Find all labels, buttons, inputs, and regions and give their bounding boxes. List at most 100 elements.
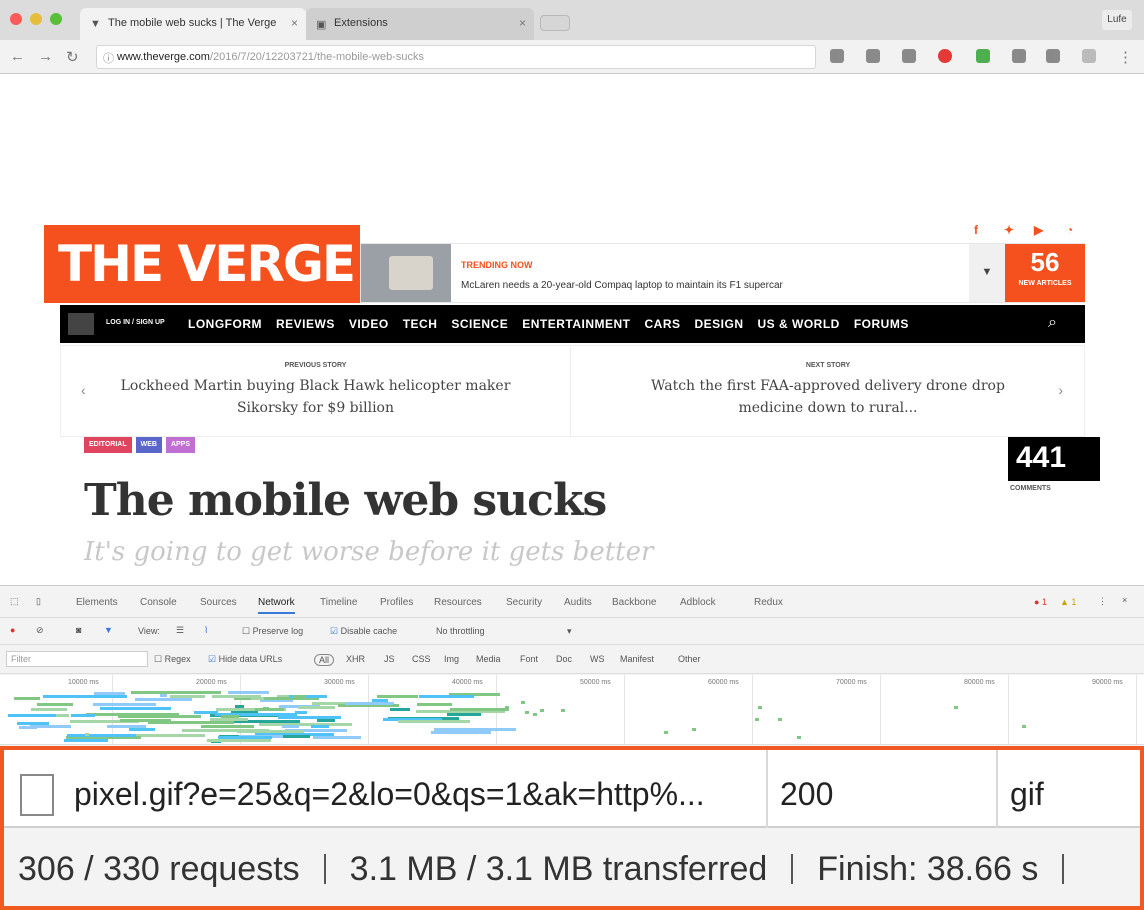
clear-icon[interactable]: ⊘ — [36, 625, 44, 636]
tab-console[interactable]: Console — [140, 597, 177, 608]
twitter-icon[interactable]: ✦ — [1004, 223, 1014, 237]
close-tab-icon[interactable]: × — [291, 16, 298, 30]
filter-icon[interactable]: ▼ — [104, 625, 113, 635]
next-story-title[interactable]: Watch the first FAA-approved delivery dr… — [628, 375, 1028, 419]
nav-item-us-world[interactable]: US & WORLD — [758, 317, 840, 331]
next-story[interactable]: › NEXT STORY Watch the first FAA-approve… — [573, 346, 1083, 436]
trending-text[interactable]: McLaren needs a 20-year-old Compaq lapto… — [461, 280, 783, 291]
nav-item-science[interactable]: SCIENCE — [451, 317, 508, 331]
tab-network[interactable]: Network — [258, 597, 295, 614]
facebook-icon[interactable]: f — [974, 223, 978, 237]
close-tab-icon[interactable]: × — [519, 16, 526, 30]
minimize-window-button[interactable] — [30, 13, 42, 25]
filter-all[interactable]: All — [314, 654, 335, 666]
tab-verge[interactable]: ▼ The mobile web sucks | The Verge × — [80, 8, 306, 40]
filter-font[interactable]: Font — [520, 654, 538, 664]
devtools-menu-icon[interactable]: ⋮ — [1098, 596, 1107, 607]
extension-chat-icon[interactable] — [830, 49, 844, 63]
chevron-left-icon[interactable]: ‹ — [81, 382, 86, 398]
device-icon[interactable]: ▯ — [36, 596, 41, 607]
trending-bar[interactable]: TRENDING NOW McLaren needs a 20-year-old… — [360, 243, 1085, 303]
new-articles-badge[interactable]: 56 NEW ARTICLES — [1005, 244, 1085, 302]
tab-sources[interactable]: Sources — [200, 597, 237, 608]
sign-in-link[interactable]: LOG IN / SIGN UP — [106, 319, 165, 326]
comment-count[interactable]: 441 — [1008, 437, 1100, 481]
nav-item-cars[interactable]: CARS — [644, 317, 680, 331]
menu-dots-icon[interactable]: ⋮ — [1118, 48, 1133, 66]
request-name[interactable]: pixel.gif?e=25&q=2&lo=0&qs=1&ak=http%... — [74, 776, 754, 813]
filter-ws[interactable]: WS — [590, 654, 605, 664]
youtube-icon[interactable]: ▶ — [1034, 223, 1043, 237]
nav-item-video[interactable]: VIDEO — [349, 317, 389, 331]
error-count[interactable]: ● 1 — [1034, 597, 1047, 607]
reload-icon[interactable]: ↻ — [66, 48, 79, 66]
disable-cache-checkbox[interactable]: ☑ Disable cache — [330, 626, 397, 637]
nav-item-tech[interactable]: TECH — [403, 317, 438, 331]
tab-timeline[interactable]: Timeline — [320, 597, 357, 608]
previous-story-title[interactable]: Lockheed Martin buying Black Hawk helico… — [116, 375, 516, 419]
chevron-right-icon[interactable]: › — [1058, 382, 1063, 398]
extension-gear-icon[interactable] — [902, 49, 916, 63]
extension-window-icon[interactable] — [1046, 49, 1060, 63]
nav-item-entertainment[interactable]: ENTERTAINMENT — [522, 317, 630, 331]
hide-data-urls-checkbox[interactable]: ☑ Hide data URLs — [208, 654, 282, 665]
tab-resources[interactable]: Resources — [434, 597, 482, 608]
network-overview[interactable]: 10000 ms 20000 ms 30000 ms 40000 ms 50000 ms… — [0, 675, 1144, 745]
search-icon[interactable]: ⌕ — [1048, 314, 1057, 332]
table-row[interactable]: pixel.gif?e=25&q=2&lo=0&qs=1&ak=http%...… — [4, 750, 1140, 828]
extension-adblock-icon[interactable] — [938, 49, 952, 63]
extension-print-icon[interactable] — [866, 49, 880, 63]
filter-xhr[interactable]: XHR — [346, 654, 365, 664]
tag-editorial[interactable]: EDITORIAL — [84, 437, 132, 453]
tab-elements[interactable]: Elements — [76, 597, 118, 608]
camera-icon[interactable]: ◙ — [76, 625, 81, 635]
column-divider[interactable] — [766, 750, 768, 828]
url-bar[interactable]: ⓘ www.theverge.com/2016/7/20/12203721/th… — [96, 45, 816, 69]
large-rows-icon[interactable]: ☰ — [176, 625, 184, 636]
previous-story[interactable]: ‹ PREVIOUS STORY Lockheed Martin buying … — [61, 346, 571, 436]
nav-item-longform[interactable]: LONGFORM — [188, 317, 262, 331]
preserve-log-checkbox[interactable]: ☐ Preserve log — [242, 626, 303, 637]
regex-checkbox[interactable]: ☐ Regex — [154, 654, 191, 665]
close-devtools-icon[interactable]: × — [1122, 595, 1127, 605]
filter-media[interactable]: Media — [476, 654, 501, 664]
tag-web[interactable]: WEB — [135, 437, 162, 453]
hamburger-icon[interactable] — [68, 313, 94, 335]
profile-button[interactable]: Lufe — [1102, 10, 1132, 30]
nav-item-design[interactable]: DESIGN — [695, 317, 744, 331]
warning-count[interactable]: ▲ 1 — [1060, 597, 1076, 607]
filter-manifest[interactable]: Manifest — [620, 654, 654, 664]
inspect-icon[interactable]: ⬚ — [10, 596, 19, 607]
filter-js[interactable]: JS — [384, 654, 395, 664]
record-icon[interactable]: ● — [10, 625, 15, 635]
back-arrow-icon[interactable]: ← — [10, 48, 25, 65]
filter-other[interactable]: Other — [678, 654, 701, 664]
rss-icon[interactable]: ◔ — [1066, 223, 1073, 237]
tab-backbone[interactable]: Backbone — [612, 597, 656, 608]
tab-audits[interactable]: Audits — [564, 597, 592, 608]
tab-extensions[interactable]: ▣ Extensions × — [306, 8, 534, 40]
column-divider[interactable] — [996, 750, 998, 828]
throttling-select[interactable]: No throttling ▾ — [436, 626, 572, 637]
filter-img[interactable]: Img — [444, 654, 459, 664]
tab-security[interactable]: Security — [506, 597, 542, 608]
tab-adblock[interactable]: Adblock — [680, 597, 716, 608]
close-window-button[interactable] — [10, 13, 22, 25]
filter-doc[interactable]: Doc — [556, 654, 572, 664]
tag-apps[interactable]: APPS — [165, 437, 196, 453]
extension-pin-icon[interactable] — [1082, 49, 1096, 63]
tab-redux[interactable]: Redux — [754, 597, 783, 608]
new-tab-button[interactable] — [540, 15, 570, 31]
maximize-window-button[interactable] — [50, 13, 62, 25]
nav-item-reviews[interactable]: REVIEWS — [276, 317, 335, 331]
forward-arrow-icon[interactable]: → — [38, 48, 53, 65]
overview-icon[interactable]: ⌇ — [204, 625, 208, 636]
trending-dropdown-icon[interactable]: ▼ — [969, 244, 1005, 302]
tab-profiles[interactable]: Profiles — [380, 597, 413, 608]
filter-input[interactable]: Filter — [6, 651, 148, 667]
filter-css[interactable]: CSS — [412, 654, 431, 664]
extension-layers-icon[interactable] — [1012, 49, 1026, 63]
extension-green-icon[interactable] — [976, 49, 990, 63]
verge-logo[interactable]: THE VERGE — [44, 225, 360, 303]
info-icon[interactable]: ⓘ — [103, 50, 114, 66]
